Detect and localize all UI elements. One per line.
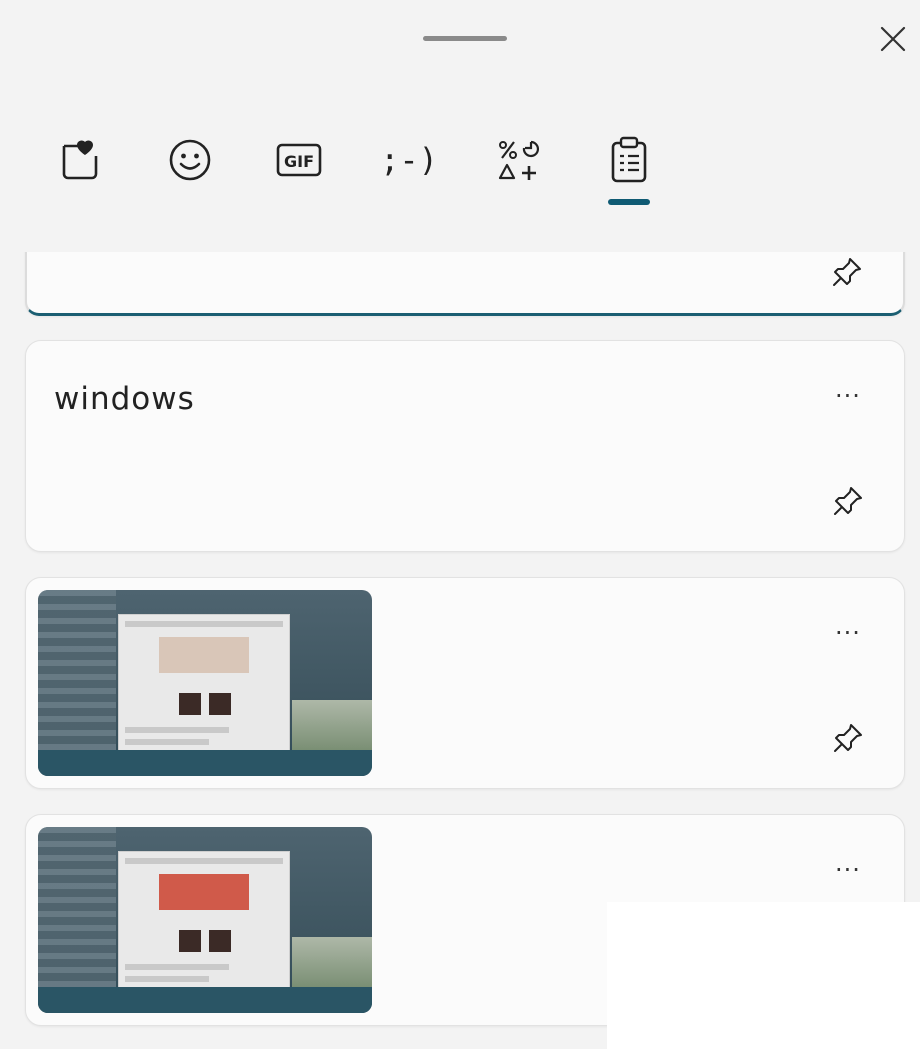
close-button[interactable] [872, 18, 914, 60]
tab-clipboard[interactable] [584, 110, 674, 210]
smiley-icon [169, 139, 211, 181]
more-icon: ··· [835, 619, 861, 647]
tab-kaomoji[interactable]: ;-) [364, 110, 454, 210]
pin-button[interactable] [828, 718, 868, 758]
clipboard-item-image[interactable]: ··· [25, 577, 905, 789]
pin-button[interactable] [828, 481, 868, 521]
clipboard-image-thumbnail [38, 827, 372, 1013]
blank-region [607, 902, 920, 1049]
more-icon: ··· [835, 856, 861, 884]
clipboard-icon [611, 136, 647, 183]
more-options-button[interactable]: ··· [828, 855, 868, 885]
kaomoji-icon: ;-) [380, 141, 438, 179]
pin-button[interactable] [827, 252, 867, 292]
pin-icon [834, 487, 862, 515]
more-options-button[interactable]: ··· [828, 381, 868, 411]
clipboard-image-thumbnail [38, 590, 372, 776]
heart-sticker-icon [62, 140, 98, 180]
tab-symbols[interactable] [473, 110, 563, 210]
category-tabs: GIF ;-) [0, 110, 920, 220]
gif-label: GIF [284, 152, 314, 171]
tab-gif[interactable]: GIF [254, 110, 344, 210]
clipboard-panel: GIF ;-) windows ··· ··· ··· [0, 0, 920, 1049]
gif-icon: GIF [276, 143, 322, 177]
more-options-button[interactable]: ··· [828, 618, 868, 648]
drag-handle[interactable] [423, 36, 507, 41]
clipboard-item-text: windows [54, 381, 195, 417]
close-icon [880, 26, 906, 52]
tab-favorites[interactable] [35, 110, 125, 210]
pin-icon [834, 724, 862, 752]
tab-emoji[interactable] [145, 110, 235, 210]
pin-icon [833, 258, 861, 286]
symbols-icon [498, 140, 540, 180]
more-icon: ··· [835, 382, 861, 410]
active-tab-indicator [608, 199, 650, 205]
clipboard-item-selected[interactable] [25, 252, 905, 316]
clipboard-item[interactable]: windows ··· [25, 340, 905, 552]
